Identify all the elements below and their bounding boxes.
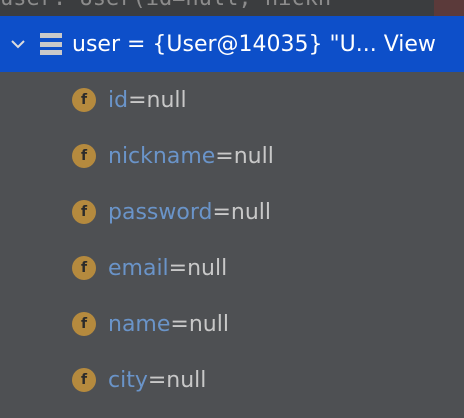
field-value: null [230,199,272,225]
field-name: id [108,87,129,113]
field-icon: f [72,88,96,112]
field-separator: = [168,255,188,281]
field-row-nickname[interactable]: f nickname = null [0,128,464,184]
field-separator: = [147,367,167,393]
field-name: email [108,255,169,281]
previous-row-text: user: User(id=null, nickn [0,0,331,11]
field-separator: = [128,87,147,113]
field-icon: f [72,368,96,392]
field-value: null [188,311,229,337]
variable-row-user[interactable]: user = {User@14035} "U... View [0,16,464,72]
field-icon: f [72,312,96,336]
field-separator: = [215,143,234,169]
field-row-id[interactable]: f id = null [0,72,464,128]
variable-label: user = {User@14035} "U... View [72,31,436,57]
field-row-email[interactable]: f email = null [0,240,464,296]
field-value: null [187,255,228,281]
scroll-indicator [434,0,464,16]
field-separator: = [170,311,189,337]
field-row-password[interactable]: f password = null [0,184,464,240]
field-name: nickname [108,143,216,169]
field-value: null [146,87,187,113]
field-value: null [166,367,207,393]
chevron-down-icon[interactable] [4,16,32,72]
field-icon: f [72,256,96,280]
field-separator: = [212,199,231,225]
field-name: name [108,311,171,337]
field-icon: f [72,144,96,168]
field-value: null [233,143,274,169]
field-row-name[interactable]: f name = null [0,296,464,352]
previous-row-strip: user: User(id=null, nickn [0,0,464,16]
object-list-icon [40,33,62,55]
field-icon: f [72,200,96,224]
field-name: city [108,367,148,393]
field-name: password [108,199,213,225]
field-row-city[interactable]: f city = null [0,352,464,408]
